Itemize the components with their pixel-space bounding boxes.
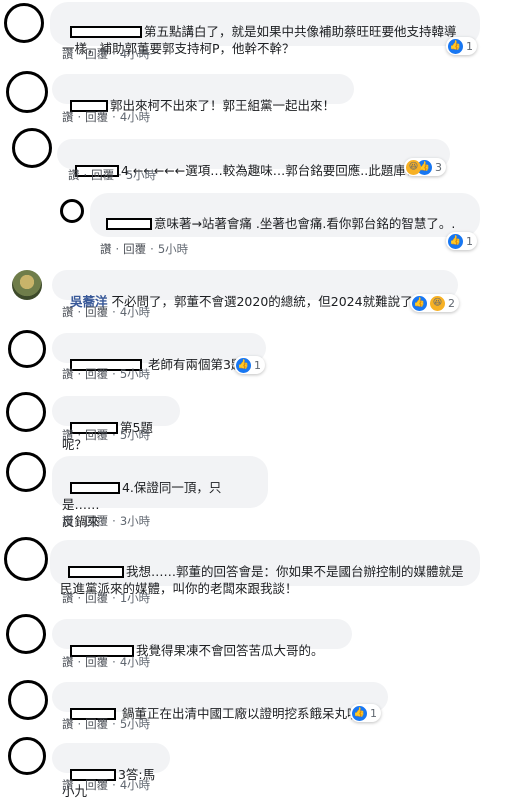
redacted-author bbox=[69, 482, 120, 494]
avatar[interactable] bbox=[6, 71, 48, 113]
reaction-count[interactable]: 👍 😆 2 bbox=[410, 294, 459, 312]
timestamp[interactable]: 1小時 bbox=[120, 591, 150, 605]
like-link[interactable]: 讚 bbox=[100, 242, 112, 256]
comment-meta: 讚 · 回覆 · 3小時 bbox=[62, 514, 151, 528]
comment-meta: 讚 · 回覆 · 4小時 bbox=[62, 47, 151, 61]
comment-bubble: 意味著→站著會痛 .坐著也會痛.看你郭台銘的智慧了。. bbox=[90, 193, 480, 237]
comment-bubble: 3答:馬小九 bbox=[52, 743, 170, 799]
reply-link[interactable]: 回覆 bbox=[85, 778, 108, 792]
comment-bubble: 第五點講白了，就是如果中共像補助蔡旺旺要他支持韓導一樣，補助郭董要郭支持柯P，他… bbox=[50, 2, 480, 56]
haha-icon: 😆 bbox=[406, 159, 421, 175]
reply-link[interactable]: 回覆 bbox=[85, 655, 108, 669]
timestamp[interactable]: 5小時 bbox=[158, 242, 188, 256]
comment-meta: 讚 · 回覆 · 5小時 bbox=[62, 367, 151, 381]
comment-bubble: 第5題呢？ bbox=[52, 396, 180, 452]
reply-link[interactable]: 回覆 bbox=[85, 305, 108, 319]
comment-text: 我覺得果凍不會回答苦瓜大哥的。 bbox=[135, 643, 324, 658]
reply-link[interactable]: 回覆 bbox=[85, 717, 108, 731]
like-link[interactable]: 讚 bbox=[62, 110, 74, 124]
comment-bubble: 我覺得果凍不會回答苦瓜大哥的。 bbox=[52, 619, 352, 658]
comment-text: 意味著→站著會痛 .坐著也會痛.看你郭台銘的智慧了。. bbox=[153, 216, 456, 231]
avatar[interactable] bbox=[60, 199, 84, 223]
avatar[interactable] bbox=[6, 614, 46, 654]
like-icon: 👍 bbox=[352, 705, 367, 721]
avatar[interactable] bbox=[8, 680, 48, 720]
timestamp[interactable]: 5小時 bbox=[126, 168, 156, 182]
avatar[interactable] bbox=[12, 270, 42, 300]
comment-meta: 讚 · 回覆 · 1小時 bbox=[62, 591, 151, 605]
timestamp[interactable]: 4小時 bbox=[120, 778, 150, 792]
comment-bubble: 鍋董正在出清中國工廠以證明挖系餓呆丸啦 bbox=[52, 682, 388, 721]
redacted-author bbox=[69, 26, 142, 38]
reaction-count[interactable]: 👍 1 bbox=[446, 37, 477, 55]
comment-meta: 讚 · 回覆 · 5小時 bbox=[100, 242, 189, 256]
reaction-count[interactable]: 😆 👍 3 bbox=[404, 158, 446, 176]
timestamp[interactable]: 4小時 bbox=[120, 655, 150, 669]
like-icon: 👍 bbox=[448, 233, 463, 249]
comment-meta: 讚 · 回覆 · 4小時 bbox=[62, 110, 151, 124]
timestamp[interactable]: 4小時 bbox=[120, 110, 150, 124]
reaction-count[interactable]: 👍 1 bbox=[234, 356, 265, 374]
like-link[interactable]: 讚 bbox=[68, 168, 80, 182]
redacted-author bbox=[67, 566, 124, 578]
comment-text: 4.←←←←←選項…較為趣味…郭台銘要回應..此題庫？？ bbox=[120, 163, 431, 178]
reply-link[interactable]: 回覆 bbox=[85, 514, 108, 528]
redacted-author bbox=[105, 218, 152, 230]
comment-meta: 讚 · 回覆 · 5小時 bbox=[62, 428, 151, 442]
comment-text: 不必問了，郭董不會選2020的總統，但2024就難說了。 bbox=[111, 294, 426, 309]
like-link[interactable]: 讚 bbox=[62, 591, 74, 605]
avatar[interactable] bbox=[6, 452, 46, 492]
timestamp[interactable]: 4小時 bbox=[120, 47, 150, 61]
avatar[interactable] bbox=[12, 128, 52, 168]
like-link[interactable]: 讚 bbox=[62, 47, 74, 61]
avatar[interactable] bbox=[8, 330, 46, 368]
reply-link[interactable]: 回覆 bbox=[85, 591, 108, 605]
reaction-count[interactable]: 👍 1 bbox=[350, 704, 381, 722]
avatar[interactable] bbox=[8, 737, 46, 775]
like-link[interactable]: 讚 bbox=[62, 655, 74, 669]
like-link[interactable]: 讚 bbox=[62, 428, 74, 442]
like-icon: 👍 bbox=[236, 357, 251, 373]
avatar[interactable] bbox=[4, 537, 48, 581]
comment-bubble: 4.←←←←←選項…較為趣味…郭台銘要回應..此題庫？？ bbox=[57, 139, 450, 178]
avatar[interactable] bbox=[4, 3, 44, 43]
like-link[interactable]: 讚 bbox=[62, 717, 74, 731]
comment-meta: 讚 · 回覆 · 4小時 bbox=[62, 655, 151, 669]
comment-bubble: 4.保證同一頂，只是…… 反鍋來 bbox=[52, 456, 268, 529]
reply-link[interactable]: 回覆 bbox=[85, 47, 108, 61]
timestamp[interactable]: 3小時 bbox=[120, 514, 150, 528]
timestamp[interactable]: 5小時 bbox=[120, 428, 150, 442]
reply-link[interactable]: 回覆 bbox=[85, 367, 108, 381]
like-icon: 👍 bbox=[412, 295, 427, 311]
like-icon: 👍 bbox=[448, 38, 463, 54]
like-link[interactable]: 讚 bbox=[62, 778, 74, 792]
timestamp[interactable]: 5小時 bbox=[120, 717, 150, 731]
reply-link[interactable]: 回覆 bbox=[85, 428, 108, 442]
comment-bubble: 我想……郭董的回答會是：你如果不是國台辦控制的媒體就是民進黨派來的媒體，叫你的老… bbox=[50, 540, 480, 596]
timestamp[interactable]: 5小時 bbox=[120, 367, 150, 381]
comment-text: 鍋董正在出清中國工廠以證明挖系餓呆丸啦 bbox=[121, 706, 360, 721]
haha-icon: 😆 bbox=[430, 295, 445, 311]
comment-meta: 讚 · 回覆 · 5小時 bbox=[62, 717, 151, 731]
comment-bubble: 老師有兩個第3題喔 bbox=[52, 333, 266, 372]
comment-meta: 讚 · 回覆 · 4小時 bbox=[62, 305, 151, 319]
timestamp[interactable]: 4小時 bbox=[120, 305, 150, 319]
avatar[interactable] bbox=[6, 392, 46, 432]
reaction-count[interactable]: 👍 1 bbox=[446, 232, 477, 250]
comment-bubble: 吳蕎洋 不必問了，郭董不會選2020的總統，但2024就難說了。 bbox=[52, 270, 458, 309]
reply-link[interactable]: 回覆 bbox=[85, 110, 108, 124]
like-link[interactable]: 讚 bbox=[62, 305, 74, 319]
like-link[interactable]: 讚 bbox=[62, 514, 74, 528]
reply-link[interactable]: 回覆 bbox=[123, 242, 146, 256]
like-link[interactable]: 讚 bbox=[62, 367, 74, 381]
comment-bubble: 郭出來柯不出來了！郭王組黨一起出來！ bbox=[52, 74, 354, 113]
reply-link[interactable]: 回覆 bbox=[91, 168, 114, 182]
comment-meta: 讚 · 回覆 · 5小時 bbox=[68, 168, 157, 182]
comment-meta: 讚 · 回覆 · 4小時 bbox=[62, 778, 151, 792]
